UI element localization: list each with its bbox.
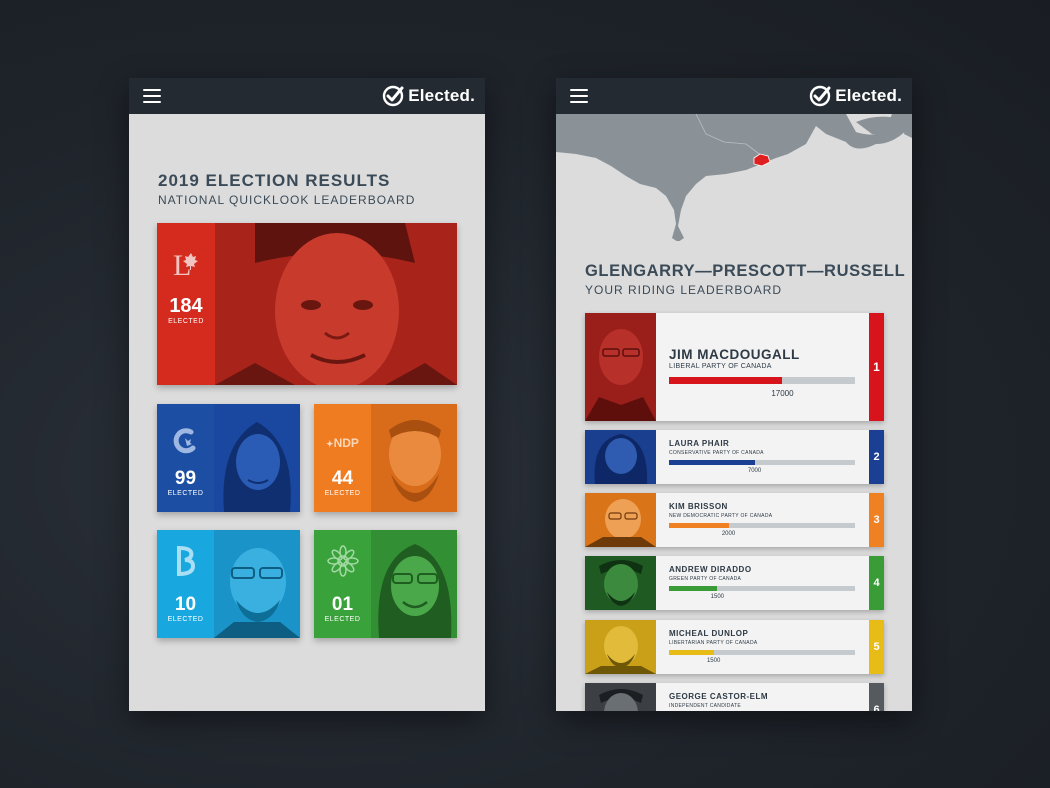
candidate-name: JIM MACDOUGALL: [669, 347, 800, 362]
seat-count: 10: [174, 594, 197, 615]
hamburger-menu-icon[interactable]: [570, 88, 588, 104]
vote-bar-fill: [669, 650, 714, 655]
bloc-logo-icon: [157, 544, 214, 583]
brand-logo[interactable]: Elected.: [382, 84, 475, 108]
candidate-photo: [585, 683, 656, 711]
leader-photo: [371, 530, 457, 638]
candidate-photo: [585, 493, 656, 547]
candidate-name: ANDREW DIRADDO: [669, 565, 752, 574]
vote-bar-fill: [669, 460, 755, 465]
seat-count: 99: [174, 468, 197, 489]
ontario-quebec-map: [556, 113, 912, 242]
rank-badge: 6: [869, 683, 884, 711]
candidate-name: LAURA PHAIR: [669, 439, 730, 448]
rank-badge: 2: [869, 430, 884, 484]
ndp-logo-icon: ✦NDP: [326, 436, 359, 450]
top-bar: Elected.: [556, 78, 912, 114]
green-logo-icon: [314, 544, 371, 583]
vote-bar-track: [669, 523, 855, 528]
checkmark-circle-icon: [810, 85, 831, 107]
rank-badge: 3: [869, 493, 884, 547]
vote-count: 1500: [706, 658, 721, 664]
hamburger-menu-icon[interactable]: [143, 88, 161, 104]
checkmark-circle-icon: [383, 85, 404, 107]
rank-badge: 4: [869, 556, 884, 610]
leader-photo: [215, 223, 457, 385]
party-strip: L 184 ELECTED: [157, 223, 215, 385]
vote-bar-fill: [669, 586, 718, 591]
candidate-party: CONSERVATIVE PARTY OF CANADA: [669, 450, 764, 456]
party-strip: ✦NDP 44 ELECTED: [314, 404, 371, 512]
conservative-logo-icon: [157, 426, 214, 461]
national-leaderboard-screen: Elected. 2019 ELECTION RESULTS NATIONAL …: [129, 78, 485, 711]
vote-bar-track: [669, 586, 855, 591]
vote-count: 1500: [710, 594, 725, 600]
vote-bar-fill: [669, 377, 783, 384]
vote-bar-track: [669, 460, 855, 465]
riding-map[interactable]: [556, 113, 912, 242]
candidate-name: MICHEAL DUNLOP: [669, 629, 749, 638]
candidate-photo: [585, 620, 656, 674]
candidate-party: GREEN PARTY OF CANADA: [669, 576, 742, 582]
elected-label: ELECTED: [168, 318, 204, 325]
elected-label: ELECTED: [324, 490, 361, 497]
vote-count: 2000: [721, 531, 736, 537]
party-card-green[interactable]: 01 ELECTED: [314, 530, 457, 638]
vote-bar-track: [669, 377, 855, 384]
page-title: 2019 ELECTION RESULTS: [158, 171, 391, 190]
candidate-photo: [585, 556, 656, 610]
vote-count: 17000: [771, 389, 794, 398]
candidate-row-6[interactable]: GEORGE CASTOR-ELM INDEPENDENT CANDIDATE …: [585, 683, 884, 711]
vote-bar-fill: [669, 523, 729, 528]
candidate-photo: [585, 313, 656, 421]
page-subtitle: NATIONAL QUICKLOOK LEADERBOARD: [158, 193, 416, 207]
leader-photo: [214, 530, 300, 638]
rank-badge: 5: [869, 620, 884, 674]
candidate-party: NEW DEMOCRATIC PARTY OF CANADA: [669, 513, 773, 519]
rank-badge: 1: [869, 313, 884, 421]
seat-count: 184: [169, 295, 203, 317]
party-card-conservative[interactable]: 99 ELECTED: [157, 404, 300, 512]
seat-count: 01: [331, 594, 354, 615]
brand-name: Elected.: [408, 86, 475, 105]
party-strip: 01 ELECTED: [314, 530, 371, 638]
leader-photo: [371, 404, 457, 512]
seat-count: 44: [331, 468, 354, 489]
candidate-photo: [585, 430, 656, 484]
riding-leaderboard-screen: Elected. GLENGARRY—PRESCOTT—RUSSELL YOUR…: [556, 78, 912, 711]
elected-label: ELECTED: [167, 616, 204, 623]
candidate-name: KIM BRISSON: [669, 502, 728, 511]
leader-photo: [214, 404, 300, 512]
riding-subtitle: YOUR RIDING LEADERBOARD: [585, 283, 783, 297]
candidate-row-5[interactable]: MICHEAL DUNLOP LIBERTARIAN PARTY OF CANA…: [585, 620, 884, 674]
liberal-logo-icon: L: [157, 247, 215, 286]
elected-label: ELECTED: [167, 490, 204, 497]
brand-name: Elected.: [835, 86, 902, 105]
candidate-row-3[interactable]: KIM BRISSON NEW DEMOCRATIC PARTY OF CANA…: [585, 493, 884, 547]
vote-bar-track: [669, 650, 855, 655]
party-card-bloc[interactable]: 10 ELECTED: [157, 530, 300, 638]
party-strip: 10 ELECTED: [157, 530, 214, 638]
top-bar: Elected.: [129, 78, 485, 114]
candidate-row-4[interactable]: ANDREW DIRADDO GREEN PARTY OF CANADA 150…: [585, 556, 884, 610]
candidate-party: LIBERAL PARTY OF CANADA: [669, 363, 772, 370]
riding-title: GLENGARRY—PRESCOTT—RUSSELL: [585, 262, 906, 280]
candidate-name: GEORGE CASTOR-ELM: [669, 692, 769, 701]
elected-label: ELECTED: [324, 616, 361, 623]
party-card-ndp[interactable]: ✦NDP 44 ELECTED: [314, 404, 457, 512]
candidate-party: LIBERTARIAN PARTY OF CANADA: [669, 640, 758, 646]
vote-count: 7000: [747, 468, 762, 474]
party-strip: 99 ELECTED: [157, 404, 214, 512]
candidate-party: INDEPENDENT CANDIDATE: [669, 703, 741, 709]
candidate-row-1[interactable]: JIM MACDOUGALL LIBERAL PARTY OF CANADA 1…: [585, 313, 884, 421]
party-card-liberal[interactable]: L 184 ELECTED: [157, 223, 457, 385]
brand-logo[interactable]: Elected.: [809, 84, 902, 108]
candidate-row-2[interactable]: LAURA PHAIR CONSERVATIVE PARTY OF CANADA…: [585, 430, 884, 484]
